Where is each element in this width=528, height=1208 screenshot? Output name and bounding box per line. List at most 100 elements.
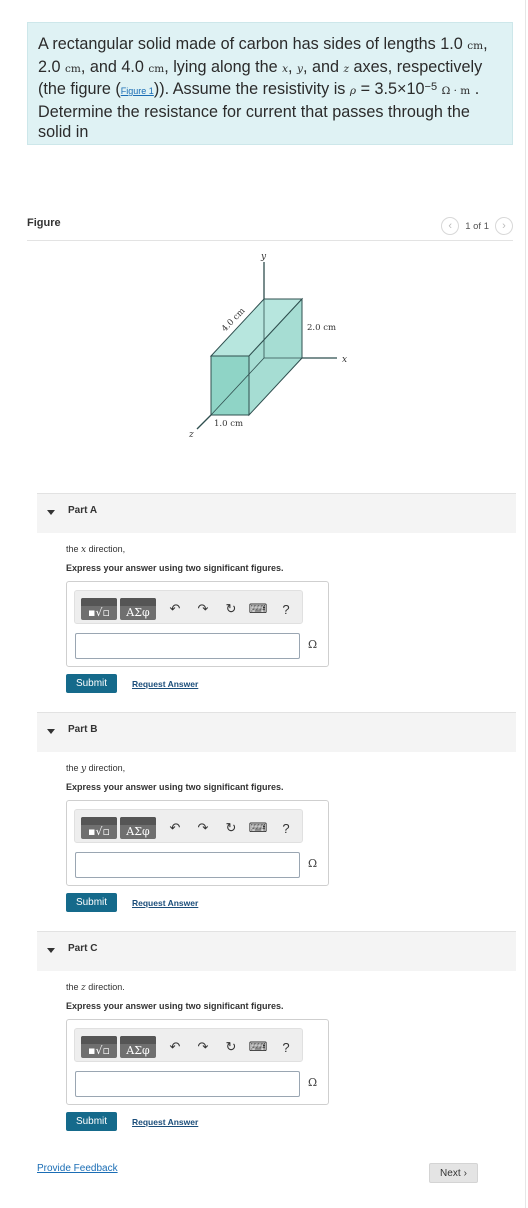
greek-icon: ΑΣφ bbox=[126, 1044, 150, 1057]
greek-symbols-button[interactable]: ΑΣφ bbox=[120, 598, 156, 620]
templates-icon: ▪√▫ bbox=[88, 606, 110, 619]
chevron-left-icon: ‹ bbox=[448, 219, 453, 232]
keyboard-icon[interactable]: ⌨ bbox=[249, 601, 268, 617]
part-b-answer-box: ▪√▫ ΑΣφ ↶ ↷ ↻ ⌨ ? Ω bbox=[66, 800, 329, 886]
request-answer-link[interactable]: Request Answer bbox=[132, 1117, 198, 1127]
caret-down-icon bbox=[47, 510, 55, 515]
prompt-text: the bbox=[66, 982, 82, 992]
figure-pager: ‹ 1 of 1 › bbox=[441, 217, 513, 235]
templates-button[interactable]: ▪√▫ bbox=[81, 598, 117, 620]
unit-cm: cm bbox=[467, 40, 484, 52]
math-toolbar: ▪√▫ ΑΣφ ↶ ↷ ↻ ⌨ ? bbox=[74, 1028, 303, 1062]
undo-icon[interactable]: ↶ bbox=[167, 820, 183, 836]
prompt-text: the bbox=[66, 763, 82, 773]
submit-button[interactable]: Submit bbox=[66, 893, 117, 912]
problem-text: A rectangular solid made of carbon has s… bbox=[38, 35, 468, 53]
pager-count: 1 of 1 bbox=[465, 220, 489, 232]
keyboard-icon[interactable]: ⌨ bbox=[249, 820, 268, 836]
part-b-prompt: the y direction, bbox=[66, 763, 125, 774]
submit-button[interactable]: Submit bbox=[66, 674, 117, 693]
problem-text: = 3.5×10 bbox=[356, 80, 425, 98]
prompt-text: direction, bbox=[86, 763, 126, 773]
part-b-instruction: Express your answer using two significan… bbox=[66, 782, 284, 792]
problem-statement: A rectangular solid made of carbon has s… bbox=[27, 22, 513, 145]
figure-link[interactable]: Figure 1 bbox=[121, 86, 154, 96]
redo-icon[interactable]: ↷ bbox=[195, 1039, 211, 1055]
problem-text: , and 4.0 bbox=[80, 57, 149, 76]
greek-icon: ΑΣφ bbox=[126, 825, 150, 838]
part-a-instruction: Express your answer using two significan… bbox=[66, 563, 284, 573]
caret-down-icon bbox=[47, 729, 55, 734]
part-title: Part A bbox=[68, 505, 98, 516]
greek-icon: ΑΣφ bbox=[126, 606, 150, 619]
answer-input[interactable] bbox=[75, 1071, 300, 1097]
solid-diagram: y x z 4.0 cm 2.0 cm 1.0 cm bbox=[188, 252, 347, 440]
templates-button[interactable]: ▪√▫ bbox=[81, 817, 117, 839]
next-button[interactable]: Next › bbox=[429, 1163, 478, 1183]
part-a-answer-box: ▪√▫ ΑΣφ ↶ ↷ ↻ ⌨ ? Ω bbox=[66, 581, 329, 667]
help-icon[interactable]: ? bbox=[278, 1039, 294, 1055]
math-toolbar: ▪√▫ ΑΣφ ↶ ↷ ↻ ⌨ ? bbox=[74, 590, 303, 624]
templates-button[interactable]: ▪√▫ bbox=[81, 1036, 117, 1058]
exponent: −5 bbox=[424, 81, 438, 93]
part-c-answer-box: ▪√▫ ΑΣφ ↶ ↷ ↻ ⌨ ? Ω bbox=[66, 1019, 329, 1105]
greek-symbols-button[interactable]: ΑΣφ bbox=[120, 1036, 156, 1058]
part-c-instruction: Express your answer using two significan… bbox=[66, 1001, 284, 1011]
figure-diagram: y x z 4.0 cm 2.0 cm 1.0 cm bbox=[185, 248, 355, 443]
part-title: Part B bbox=[68, 724, 98, 735]
part-a-prompt: the x direction, bbox=[66, 544, 125, 555]
request-answer-link[interactable]: Request Answer bbox=[132, 679, 198, 689]
submit-button[interactable]: Submit bbox=[66, 1112, 117, 1131]
unit-cm: cm bbox=[148, 62, 165, 75]
unit-ohm-meter: Ω · m bbox=[441, 85, 471, 97]
part-a-header[interactable]: Part A bbox=[37, 493, 516, 533]
unit-label: Ω bbox=[308, 857, 318, 870]
prev-figure-button[interactable]: ‹ bbox=[441, 217, 460, 235]
chevron-right-icon: › bbox=[502, 219, 506, 232]
prompt-text: the bbox=[66, 544, 82, 554]
reset-icon[interactable]: ↻ bbox=[223, 1039, 239, 1055]
label-x: x bbox=[342, 355, 347, 365]
request-answer-link[interactable]: Request Answer bbox=[132, 898, 198, 908]
redo-icon[interactable]: ↷ bbox=[195, 601, 211, 617]
prompt-text: direction, bbox=[86, 544, 126, 554]
problem-text: , bbox=[288, 57, 298, 76]
label-height: 2.0 cm bbox=[307, 323, 336, 333]
templates-icon: ▪√▫ bbox=[88, 1044, 110, 1057]
answer-input[interactable] bbox=[75, 852, 300, 878]
next-label: Next bbox=[440, 1167, 461, 1179]
reset-icon[interactable]: ↻ bbox=[223, 820, 239, 836]
chevron-right-icon: › bbox=[463, 1167, 467, 1179]
greek-symbols-button[interactable]: ΑΣφ bbox=[120, 817, 156, 839]
provide-feedback-link[interactable]: Provide Feedback bbox=[37, 1163, 118, 1174]
label-width: 1.0 cm bbox=[214, 419, 243, 429]
next-figure-button[interactable]: › bbox=[495, 217, 513, 235]
part-c-prompt: the z direction. bbox=[66, 982, 125, 993]
help-icon[interactable]: ? bbox=[278, 820, 294, 836]
undo-icon[interactable]: ↶ bbox=[167, 1039, 183, 1055]
unit-label: Ω bbox=[308, 1076, 318, 1089]
label-y: y bbox=[260, 252, 267, 262]
keyboard-icon[interactable]: ⌨ bbox=[249, 1039, 268, 1055]
figure-title: Figure bbox=[27, 217, 61, 229]
front-face bbox=[210, 355, 250, 416]
undo-icon[interactable]: ↶ bbox=[167, 601, 183, 617]
part-b-header[interactable]: Part B bbox=[37, 712, 516, 752]
caret-down-icon bbox=[47, 948, 55, 953]
answer-input[interactable] bbox=[75, 633, 300, 659]
help-icon[interactable]: ? bbox=[278, 601, 294, 617]
label-z: z bbox=[188, 430, 194, 440]
problem-text: , and bbox=[302, 57, 344, 76]
part-c-header[interactable]: Part C bbox=[37, 931, 516, 971]
z-axis bbox=[196, 414, 212, 430]
unit-cm: cm bbox=[65, 62, 81, 75]
reset-icon[interactable]: ↻ bbox=[223, 601, 239, 617]
redo-icon[interactable]: ↷ bbox=[195, 820, 211, 836]
problem-text: , lying along the bbox=[164, 57, 283, 76]
problem-text: )). Assume the resistivity is bbox=[153, 80, 350, 98]
templates-icon: ▪√▫ bbox=[88, 825, 110, 838]
math-toolbar: ▪√▫ ΑΣφ ↶ ↷ ↻ ⌨ ? bbox=[74, 809, 303, 843]
prompt-text: direction. bbox=[85, 982, 125, 992]
unit-label: Ω bbox=[308, 638, 318, 651]
figure-header: Figure ‹ 1 of 1 › bbox=[27, 215, 513, 241]
